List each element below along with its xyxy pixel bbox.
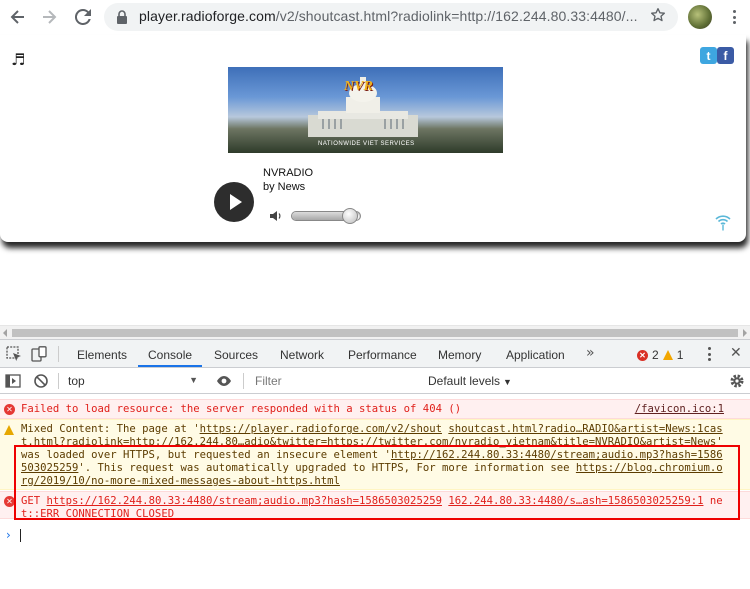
more-tabs-chevron-icon[interactable]: » (586, 345, 595, 361)
console-message-error[interactable]: ✕ GET https://162.244.80.33:4480/stream;… (0, 491, 750, 519)
message-text: GET https://162.244.80.33:4480/stream;au… (21, 495, 723, 519)
warning-icon (4, 425, 14, 435)
request-url-link[interactable]: https://162.244.80.33:4480/stream;audio.… (47, 495, 442, 507)
social-links: t f (700, 47, 734, 64)
station-logo: NVR (344, 79, 373, 94)
reload-button[interactable] (72, 6, 94, 28)
page-horizontal-scrollbar[interactable] (0, 325, 750, 339)
address-bar[interactable]: player.radioforge.com/v2/shoutcast.html?… (104, 3, 678, 31)
scroll-left-arrow-icon[interactable] (3, 329, 7, 337)
context-select[interactable]: top ▼ (68, 374, 198, 388)
warning-count: 1 (676, 348, 684, 362)
arrow-left-icon (10, 10, 24, 24)
devtools-tab-bar: Elements Console Sources Network Perform… (0, 340, 750, 368)
stream-signal-icon[interactable] (713, 211, 733, 231)
active-tab-indicator (138, 365, 202, 367)
show-sidebar-icon[interactable] (5, 373, 21, 389)
console-filter-input[interactable] (250, 372, 420, 390)
context-select-value: top (68, 374, 85, 388)
banner-tagline: NATIONWIDE VIET SERVICES (318, 141, 415, 147)
message-source-link[interactable]: /favicon.ico:1 (635, 403, 724, 416)
devtools-close-icon[interactable]: ✕ (730, 345, 742, 361)
url-text: player.radioforge.com/v2/shoutcast.html?… (139, 8, 638, 24)
profile-avatar[interactable] (688, 5, 712, 29)
devtools-panel: Elements Console Sources Network Perform… (0, 339, 750, 589)
page-url-link[interactable]: https://player.radioforge.com/v2/shout (200, 423, 442, 435)
volume-slider[interactable] (291, 208, 361, 224)
station-artist: by News (263, 181, 306, 193)
tab-console[interactable]: Console (148, 348, 192, 362)
error-icon: ✕ (4, 404, 15, 415)
message-source-link[interactable]: 162.244.80.33:4480/s…ash=1586503025259:1 (448, 495, 703, 507)
console-toolbar: top ▼ Default levels▼ (0, 368, 750, 394)
play-icon (230, 194, 242, 210)
browser-toolbar: player.radioforge.com/v2/shoutcast.html?… (0, 0, 750, 35)
warning-icon (662, 350, 673, 360)
radio-player: ♬ t f NVR NATIONWIDE VIET SERVICES NVRAD… (0, 35, 746, 242)
scrollbar-thumb[interactable] (12, 329, 738, 337)
issues-counter[interactable]: ✕ 2 1 (637, 348, 683, 362)
play-button[interactable] (214, 182, 254, 222)
arrow-right-icon (43, 10, 57, 24)
music-note-icon[interactable]: ♬ (11, 50, 25, 69)
lock-icon (117, 10, 127, 24)
station-banner-image: NVR NATIONWIDE VIET SERVICES (228, 67, 503, 153)
console-message-error[interactable]: ✕ Failed to load resource: the server re… (0, 399, 750, 419)
log-levels-label: Default levels (428, 374, 501, 388)
inspect-element-icon[interactable] (6, 346, 22, 362)
log-levels-dropdown[interactable]: Default levels ▼ (428, 374, 512, 388)
error-count: 2 (652, 348, 659, 362)
console-message-warning[interactable]: Mixed Content: The page at 'https://play… (0, 419, 750, 490)
bookmark-star-icon[interactable] (650, 7, 666, 23)
station-name: NVRADIO (263, 167, 314, 179)
device-toolbar-icon[interactable] (31, 346, 47, 362)
url-path: /v2/shoutcast.html?radiolink=http://162.… (275, 8, 638, 24)
back-button[interactable] (7, 6, 29, 28)
speaker-icon[interactable] (269, 210, 283, 222)
page-viewport: ♬ t f NVR NATIONWIDE VIET SERVICES NVRAD… (0, 35, 750, 325)
tab-network[interactable]: Network (280, 348, 324, 362)
url-host: player.radioforge.com (139, 8, 276, 24)
tab-memory[interactable]: Memory (438, 348, 481, 362)
error-icon: ✕ (4, 496, 15, 507)
tab-elements[interactable]: Elements (77, 348, 127, 362)
tab-sources[interactable]: Sources (214, 348, 258, 362)
clear-console-icon[interactable] (33, 373, 49, 389)
tab-application[interactable]: Application (506, 348, 565, 362)
error-icon: ✕ (637, 349, 648, 361)
dropdown-caret-icon: ▼ (189, 375, 198, 385)
live-expression-eye-icon[interactable] (216, 373, 232, 389)
volume-slider-handle[interactable] (341, 208, 358, 224)
message-text: Failed to load resource: the server resp… (21, 403, 462, 415)
devtools-menu-button[interactable] (707, 347, 711, 361)
console-input-cursor[interactable] (20, 529, 21, 542)
forward-button[interactable] (38, 6, 60, 28)
console-messages: ✕ Failed to load resource: the server re… (0, 395, 750, 589)
message-text: Mixed Content: The page at 'https://play… (21, 423, 729, 487)
dropdown-caret-icon: ▼ (503, 377, 512, 387)
scroll-right-arrow-icon[interactable] (743, 329, 747, 337)
reload-icon (75, 9, 91, 25)
facebook-icon[interactable]: f (717, 47, 734, 64)
console-settings-gear-icon[interactable] (729, 373, 745, 389)
tab-performance[interactable]: Performance (348, 348, 417, 362)
message-source-link[interactable]: shoutcast.html?radio…RADIO&artist=News:1 (448, 423, 703, 435)
console-prompt-chevron-icon: › (6, 528, 11, 542)
twitter-icon[interactable]: t (700, 47, 717, 64)
browser-menu-button[interactable] (726, 8, 742, 26)
